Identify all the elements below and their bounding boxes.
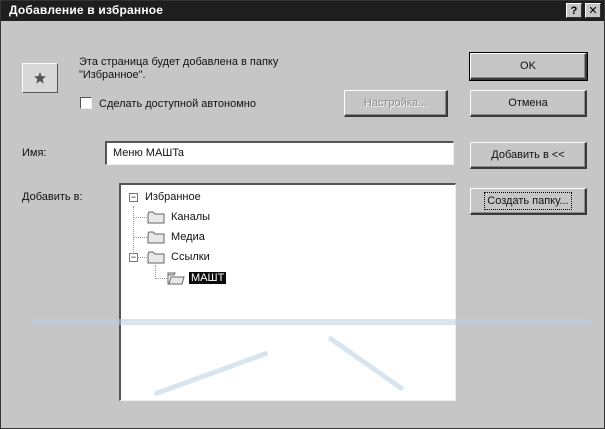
ok-button[interactable]: OK [469,52,588,81]
tree-item-media[interactable]: Медиа [147,229,207,245]
ok-label: OK [520,60,536,72]
links-expander[interactable]: − [129,253,138,262]
add-to-label-text: Добавить в: [22,191,83,203]
new-folder-button[interactable]: Создать папку... [470,188,587,215]
tree-item-channels-label: Каналы [171,211,211,223]
new-folder-label: Создать папку... [484,192,572,210]
tree-line-root [133,206,134,254]
tree-item-selected-label: MAШT [189,272,227,284]
folder-icon [147,251,165,263]
settings-label: Настройка... [363,97,428,109]
offline-checkbox[interactable] [80,97,92,109]
window-title: Добавление в избранное [9,3,164,17]
tree-item-root[interactable]: Избранное [143,189,203,205]
name-input[interactable]: Меню MAШTa [105,141,454,165]
tree-line-child-h [155,278,167,279]
add-to-favorites-dialog: Добавление в избранное ? ✕ Эта страница … [0,0,605,429]
add-to-button[interactable]: Добавить в << [470,142,587,169]
folder-icon [147,231,165,243]
tree-item-selected[interactable]: MAШT [167,270,227,286]
folder-icon [147,211,165,223]
tree-line-3 [138,257,147,258]
settings-button[interactable]: Настройка... [344,90,448,117]
tree-item-links-label: Ссылки [171,251,210,263]
info-text: Эта страница будет добавлена в папку "Из… [79,56,278,82]
help-button[interactable]: ? [566,3,582,18]
cancel-label: Отмена [508,97,548,109]
tree-line-2 [133,237,147,238]
add-to-label: Добавить в << [491,149,565,161]
info-line-1: Эта страница будет добавлена в папку [79,56,279,68]
tree-item-root-label: Избранное [145,191,201,203]
title-bar: Добавление в избранное ? ✕ [1,1,604,21]
tree-item-channels[interactable]: Каналы [147,209,212,225]
favorites-icon [22,63,58,93]
info-line-2: "Избранное". [79,69,146,81]
watermark-bar [31,319,591,325]
offline-label: Сделать доступной автономно [99,98,256,110]
name-label: Имя: [22,147,47,159]
tree-item-media-label: Медиа [171,231,205,243]
folder-tree[interactable]: − Избранное Каналы Медиа − Ссылки MAШT [119,183,456,401]
cancel-button[interactable]: Отмена [470,90,587,117]
open-folder-icon [167,272,185,284]
close-button[interactable]: ✕ [585,3,601,18]
tree-item-links[interactable]: Ссылки [147,249,212,265]
tree-line-child-v [155,265,156,279]
tree-line-1 [133,217,147,218]
root-expander[interactable]: − [129,193,138,202]
